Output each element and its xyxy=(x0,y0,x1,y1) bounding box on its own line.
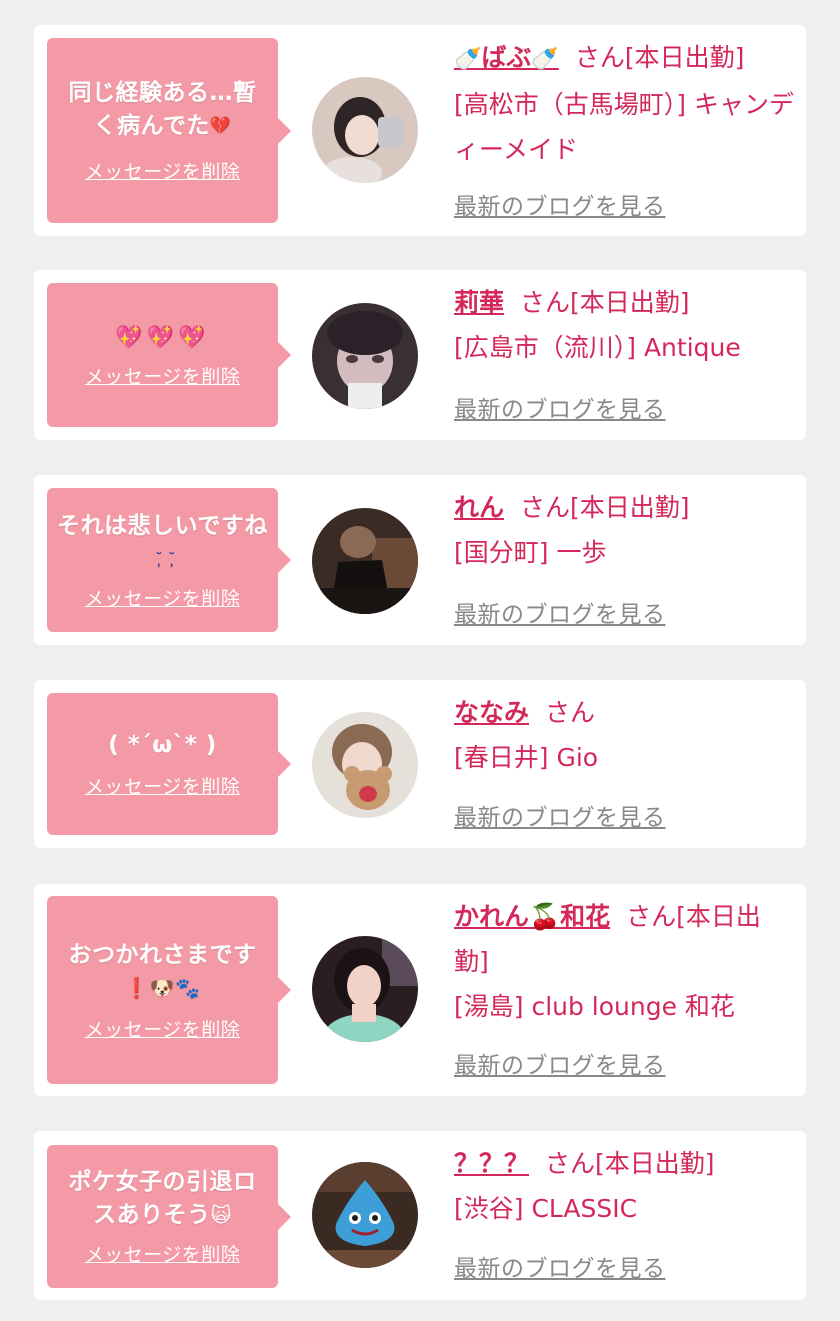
name-line: ？？？ さん[本日出勤] xyxy=(454,1141,794,1186)
shop-text: [湯島] club lounge 和花 xyxy=(454,992,735,1021)
name-line: ななみ さん xyxy=(454,690,794,735)
message-bubble: ( *´ω`* ) メッセージを削除 xyxy=(47,693,291,835)
status-text: さん[本日出勤] xyxy=(545,1149,715,1178)
message-bubble: それは悲しいですね˘̩̩̩ ˘̩̩̩ メッセージを削除 xyxy=(47,488,291,632)
profile-info: ？？？ さん[本日出勤] [渋谷] CLASSIC xyxy=(454,1141,794,1231)
blog-link[interactable]: 最新のブログを見る xyxy=(454,1046,666,1080)
name-line: れん さん[本日出勤] xyxy=(454,485,794,530)
shop-text: [国分町] 一歩 xyxy=(454,538,607,567)
avatar[interactable] xyxy=(312,1162,418,1268)
avatar[interactable] xyxy=(312,712,418,818)
blog-link[interactable]: 最新のブログを見る xyxy=(454,798,666,832)
delete-message-button[interactable]: メッセージを削除 xyxy=(85,157,241,184)
blog-link[interactable]: 最新のブログを見る xyxy=(454,187,666,221)
message-card: 💖💖💖 メッセージを削除 莉華 さん[本日出勤] [広島市（流川）] Antiqu… xyxy=(34,270,806,440)
name-line: かれん🍒和花 さん[本日出勤] xyxy=(454,894,794,984)
profile-info: れん さん[本日出勤] [国分町] 一歩 xyxy=(454,485,794,575)
message-bubble: ポケ女子の引退ロスありそう🙀 メッセージを削除 xyxy=(47,1145,291,1288)
shop-text: [高松市（古馬場町）] キャンディーメイド xyxy=(454,90,794,164)
profile-info: かれん🍒和花 さん[本日出勤] [湯島] club lounge 和花 xyxy=(454,894,794,1029)
message-bubble: 💖💖💖 メッセージを削除 xyxy=(47,283,291,427)
status-text: さん[本日出勤] xyxy=(520,493,690,522)
profile-info: 🍼ばぶ🍼 さん[本日出勤] [高松市（古馬場町）] キャンディーメイド xyxy=(454,35,794,172)
shop-text: [広島市（流川）] Antique xyxy=(454,333,741,362)
message-text: ( *´ω`* ) xyxy=(108,732,217,758)
message-card: 同じ経験ある…暫く病んでた💔 メッセージを削除 🍼ばぶ🍼 さん[本日出勤] [高松… xyxy=(34,25,806,236)
delete-message-button[interactable]: メッセージを削除 xyxy=(85,1015,241,1042)
profile-info: 莉華 さん[本日出勤] [広島市（流川）] Antique xyxy=(454,280,794,370)
message-bubble: おつかれさまです ❗🐶🐾 メッセージを削除 xyxy=(47,896,291,1084)
delete-message-button[interactable]: メッセージを削除 xyxy=(85,1240,241,1267)
message-card: それは悲しいですね˘̩̩̩ ˘̩̩̩ メッセージを削除 れん さん[本日出勤] [… xyxy=(34,475,806,645)
girl-name-link[interactable]: かれん🍒和花 xyxy=(454,902,610,931)
message-card: おつかれさまです ❗🐶🐾 メッセージを削除 かれん🍒和花 さん[本日出勤] [湯島]… xyxy=(34,884,806,1096)
message-bubble: 同じ経験ある…暫く病んでた💔 メッセージを削除 xyxy=(47,38,291,223)
shop-text: [春日井] Gio xyxy=(454,743,599,772)
profile-info: ななみ さん [春日井] Gio xyxy=(454,690,794,780)
name-line: 莉華 さん[本日出勤] xyxy=(454,280,794,325)
girl-name-link[interactable]: ななみ xyxy=(454,698,529,727)
girl-name-link[interactable]: 🍼ばぶ🍼 xyxy=(454,43,559,72)
message-text: 💖💖💖 xyxy=(115,325,210,350)
delete-message-button[interactable]: メッセージを削除 xyxy=(85,362,241,389)
avatar[interactable] xyxy=(312,303,418,409)
avatar[interactable] xyxy=(312,77,418,183)
status-text: さん[本日出勤] xyxy=(574,43,745,72)
message-text: ポケ女子の引退ロスありそう🙀 xyxy=(68,1169,257,1228)
girl-name-link[interactable]: 莉華 xyxy=(454,288,504,317)
delete-message-button[interactable]: メッセージを削除 xyxy=(85,584,241,611)
status-text: さん xyxy=(545,698,596,727)
message-text: 同じ経験ある…暫く病んでた💔 xyxy=(68,80,257,139)
blog-link[interactable]: 最新のブログを見る xyxy=(454,390,666,424)
message-text: おつかれさまです ❗🐶🐾 xyxy=(68,941,257,1000)
blog-link[interactable]: 最新のブログを見る xyxy=(454,1249,666,1283)
girl-name-link[interactable]: れん xyxy=(454,493,504,522)
girl-name-link[interactable]: ？？？ xyxy=(454,1149,529,1178)
avatar[interactable] xyxy=(312,936,418,1042)
name-line: 🍼ばぶ🍼 さん[本日出勤] xyxy=(454,35,794,82)
message-card: ( *´ω`* ) メッセージを削除 ななみ さん [春日井] Gio 最新のブロ… xyxy=(34,680,806,848)
shop-text: [渋谷] CLASSIC xyxy=(454,1194,638,1223)
blog-link[interactable]: 最新のブログを見る xyxy=(454,595,666,629)
status-text: さん[本日出勤] xyxy=(520,288,690,317)
message-card: ポケ女子の引退ロスありそう🙀 メッセージを削除 ？？？ さん[本日出勤] [渋谷]… xyxy=(34,1131,806,1300)
delete-message-button[interactable]: メッセージを削除 xyxy=(85,772,241,799)
message-text: それは悲しいですね˘̩̩̩ ˘̩̩̩ xyxy=(57,512,268,567)
avatar[interactable] xyxy=(312,508,418,614)
